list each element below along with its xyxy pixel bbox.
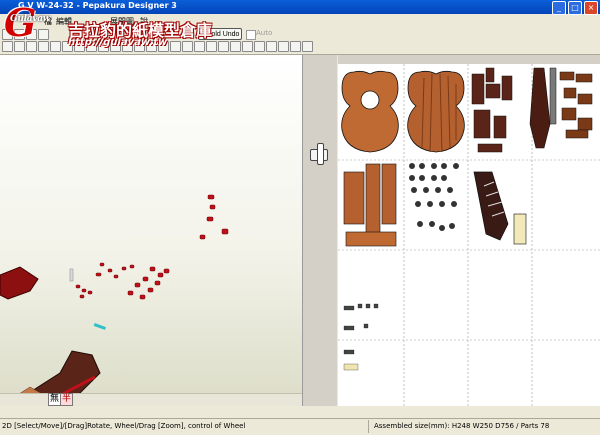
settings-icon[interactable] [290, 41, 301, 52]
grid-icon[interactable] [182, 41, 193, 52]
info-icon[interactable] [278, 41, 289, 52]
help-icon[interactable] [302, 41, 313, 52]
model-3d-view[interactable]: 無 半 [0, 55, 303, 406]
guitar-top-part [341, 70, 399, 153]
headstock-veneer-part [549, 67, 557, 125]
guitar-body-part-3d [0, 266, 39, 300]
bracing-parts [471, 67, 513, 153]
window-controls: _ □ × [552, 1, 598, 15]
status-help-text: 2D [Select/Move]/[Drag]Rotate, Wheel/Dra… [2, 422, 246, 430]
tuning-peg-parts [409, 163, 459, 231]
view-splitter[interactable] [303, 55, 337, 406]
watermark-logo: G Gulavaw [0, 0, 70, 50]
pattern-2d-view[interactable] [338, 64, 600, 406]
status-separator [368, 420, 369, 433]
pattern-2d-canvas [338, 64, 600, 406]
peg-detail-parts [343, 303, 379, 371]
close-button[interactable]: × [584, 1, 598, 15]
view2d-topbar [338, 55, 600, 64]
guitar-back-part [407, 70, 465, 153]
part-icon[interactable] [194, 41, 205, 52]
model-3d-canvas [0, 194, 229, 406]
maximize-button[interactable]: □ [568, 1, 582, 15]
half-mode-toggle[interactable]: 半 [60, 393, 73, 406]
side-panels [343, 163, 397, 247]
status-bar: 2D [Select/Move]/[Drag]Rotate, Wheel/Dra… [0, 418, 600, 435]
valley-icon[interactable] [254, 41, 265, 52]
fretboard-part [473, 171, 527, 245]
binding-parts [559, 71, 593, 139]
number-icon[interactable] [218, 41, 229, 52]
small-part-3d [69, 268, 74, 282]
mountain-icon[interactable] [266, 41, 277, 52]
status-model-size: Assembled size(mm): H248 W250 D756 / Par… [374, 422, 550, 430]
fold-icon[interactable] [242, 41, 253, 52]
view3d-scrollbar[interactable] [0, 393, 302, 406]
watermark-url: http://gulavaw.tw [68, 37, 168, 48]
saddle-part-3d [93, 323, 106, 330]
tuning-pegs-3d [75, 194, 229, 300]
glue-icon[interactable] [230, 41, 241, 52]
auto-label: Auto [256, 29, 273, 37]
neck-strip-part [529, 67, 551, 149]
edge-icon[interactable] [206, 41, 217, 52]
title-bar: G V W-24-32 - Pepakura Designer 3 _ □ × [0, 0, 600, 15]
minimize-button[interactable]: _ [552, 1, 566, 15]
page-icon[interactable] [170, 41, 181, 52]
auto-checkbox[interactable] [246, 30, 256, 40]
logo-wordmark: Gulavaw [10, 14, 51, 24]
splitter-knob[interactable] [317, 143, 324, 165]
